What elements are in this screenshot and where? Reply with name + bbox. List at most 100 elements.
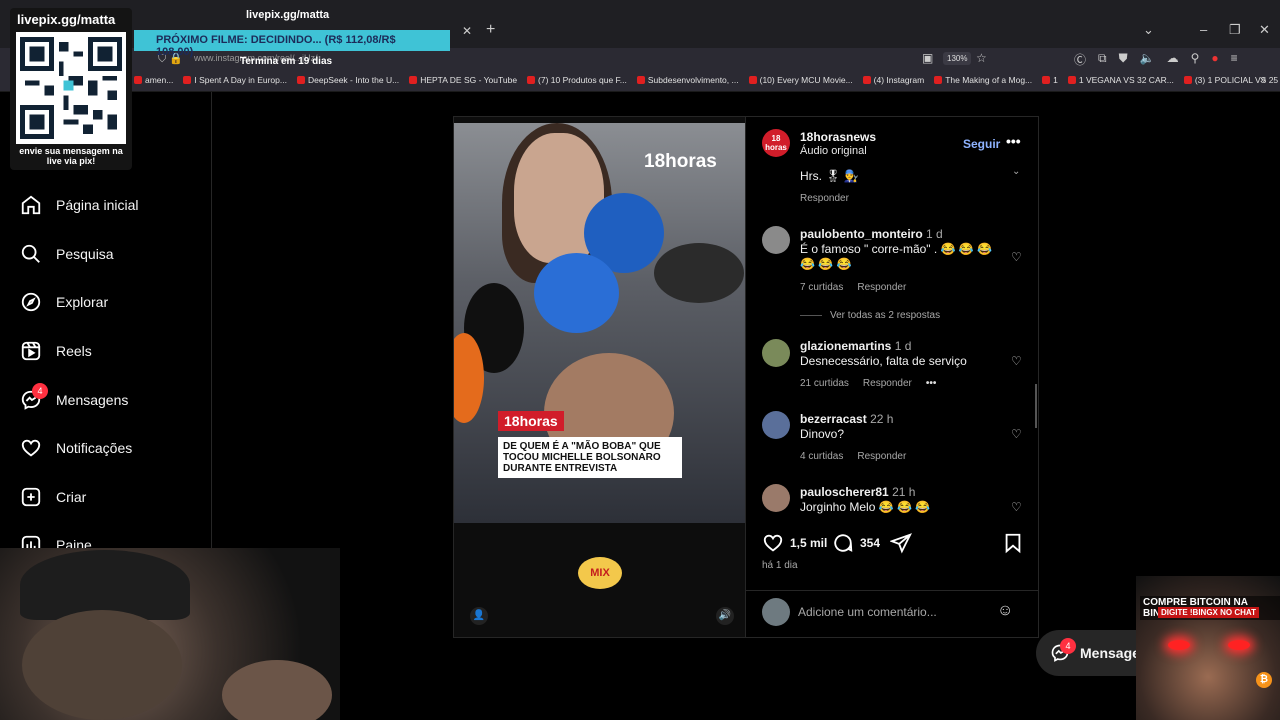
reply-button[interactable]: Responder <box>857 282 906 293</box>
menu-icon[interactable]: ≡ <box>1231 51 1238 68</box>
sidebar-item-home[interactable]: Página inicial <box>20 194 139 216</box>
comment-username[interactable]: glazionemartins <box>800 339 891 353</box>
bookmark-item[interactable]: amen... <box>134 75 173 85</box>
comment-likes[interactable]: 21 curtidas <box>800 378 849 389</box>
post-actions: 1,5 mil 354 <box>760 532 1028 556</box>
reels-icon <box>21 341 41 361</box>
share-button[interactable] <box>890 532 912 554</box>
reader-mode-icon[interactable]: ▣ <box>922 51 933 65</box>
sidebar-item-notifications[interactable]: Notificações <box>20 437 132 459</box>
comment-likes[interactable]: 7 curtidas <box>800 282 843 293</box>
bookmark-favicon-icon <box>636 76 645 84</box>
tab-list-chevron-icon[interactable]: ⌄ <box>1143 22 1154 38</box>
zoom-indicator[interactable]: 130% <box>943 52 972 65</box>
sidebar-item-reels[interactable]: Reels <box>20 340 92 362</box>
extension-shield-icon[interactable]: ⛊ <box>1119 51 1128 68</box>
new-tab-icon[interactable]: + <box>486 21 495 39</box>
comment-likes[interactable]: 4 curtidas <box>800 451 843 462</box>
post-author-avatar[interactable]: 18 horas <box>762 129 790 157</box>
reply-button[interactable]: Responder <box>863 378 912 389</box>
extension-speaker-icon[interactable]: 🔈 <box>1140 51 1155 68</box>
ad-subline: DIGITE !BINGX NO CHAT <box>1158 607 1259 618</box>
comment-username[interactable]: paulobento_monteiro <box>800 227 923 241</box>
comment-button[interactable]: 354 <box>832 532 880 554</box>
comment-text: Jorginho Melo 😂 😂 😂 <box>800 500 931 514</box>
bookmark-item[interactable]: HEPTA DE SG - YouTube <box>409 75 517 85</box>
extension-c-icon[interactable]: Ⓒ <box>1074 51 1086 68</box>
home-icon <box>21 195 41 215</box>
like-comment-icon[interactable]: ♡ <box>1011 500 1022 514</box>
sidebar-item-messages[interactable]: 4 Mensagens <box>20 383 128 411</box>
follow-button[interactable]: Seguir <box>963 137 1000 151</box>
sidebar-item-label: Pesquisa <box>56 246 114 262</box>
view-replies-button[interactable]: Ver todas as 2 respostas <box>800 310 940 321</box>
bookmark-item[interactable]: Subdesenvolvimento, ... <box>636 75 739 85</box>
bookmark-item[interactable]: DeepSeek - Into the U... <box>296 75 399 85</box>
comments-scrollbar[interactable] <box>1035 384 1037 428</box>
emoji-icon[interactable]: ☺ <box>997 602 1013 620</box>
bookmarks-overflow-icon[interactable]: » <box>1260 74 1266 86</box>
reply-button[interactable]: Responder <box>800 193 849 204</box>
messages-badge: 4 <box>32 383 48 399</box>
bookmark-item[interactable]: (10) Every MCU Movie... <box>748 75 853 85</box>
comment-avatar[interactable] <box>762 226 790 254</box>
like-button[interactable]: 1,5 mil <box>762 532 827 554</box>
minimize-icon[interactable]: – <box>1200 22 1207 37</box>
bookmark-icon <box>1005 533 1021 554</box>
comment-text: Desnecessário, falta de serviço <box>800 354 967 368</box>
comment-username[interactable]: pauloscherer81 <box>800 485 889 499</box>
sidebar-item-explore[interactable]: Explorar <box>20 291 108 313</box>
bookmark-star-icon[interactable]: ☆ <box>976 51 987 65</box>
reply-button[interactable]: Responder <box>857 451 906 462</box>
sidebar-item-create[interactable]: Criar <box>20 486 86 508</box>
tab-close-icon[interactable]: ✕ <box>462 24 472 38</box>
post-audio-label[interactable]: Áudio original <box>800 145 867 157</box>
comment-username[interactable]: bezerracast <box>800 412 867 426</box>
sidebar-item-search[interactable]: Pesquisa <box>20 243 114 265</box>
more-options-icon[interactable]: ••• <box>1006 133 1021 149</box>
bookmark-item[interactable]: (7) 10 Produtos que F... <box>527 75 627 85</box>
add-comment-input[interactable] <box>798 603 988 621</box>
like-comment-icon[interactable]: ♡ <box>1011 427 1022 441</box>
bitcoin-icon: ₿ <box>1256 672 1272 688</box>
bookmark-favicon-icon <box>183 76 192 84</box>
comment-text: Dinovo? <box>800 427 845 441</box>
laser-eye-shape <box>1168 640 1190 650</box>
close-window-icon[interactable]: ✕ <box>1259 22 1270 38</box>
collapse-chevron-icon[interactable]: ⌄ <box>1012 166 1020 177</box>
post-username[interactable]: 18horasnews <box>800 130 876 144</box>
like-comment-icon[interactable]: ♡ <box>1011 354 1022 368</box>
extension-abp-icon[interactable]: ● <box>1211 51 1218 68</box>
comment-avatar[interactable] <box>762 411 790 439</box>
bookmark-item[interactable]: 1 <box>1042 75 1058 85</box>
bookmark-item[interactable]: I Spent A Day in Europ... <box>183 75 287 85</box>
comment-meta: 21 curtidas Responder ••• <box>800 378 936 389</box>
bookmark-label: (10) Every MCU Movie... <box>759 75 853 85</box>
comment-avatar[interactable] <box>762 484 790 512</box>
bookmark-favicon-icon <box>934 76 943 84</box>
bookmark-item[interactable]: (4) Instagram <box>862 75 924 85</box>
bookmark-item[interactable]: The Making of a Mog... <box>934 75 1032 85</box>
tagged-user-icon[interactable]: 👤 <box>470 607 488 625</box>
post-timestamp: há 1 dia <box>762 560 798 571</box>
sound-toggle-icon[interactable]: 🔊 <box>716 607 734 625</box>
extension-puzzle-icon[interactable]: ⧉ <box>1098 51 1107 68</box>
comment-time: 22 h <box>870 412 894 426</box>
tab-title[interactable]: Termina em 19 dias <box>240 56 332 67</box>
bookmark-favicon-icon <box>134 76 142 84</box>
bookmark-favicon-icon <box>1067 76 1076 84</box>
comment-time: 1 d <box>894 339 912 353</box>
comment-avatar[interactable] <box>762 339 790 367</box>
save-button[interactable] <box>1002 532 1024 554</box>
sidebar-item-label: Notificações <box>56 440 133 456</box>
maximize-icon[interactable]: ❐ <box>1229 22 1241 38</box>
extension-translate-icon[interactable]: ⚲ <box>1191 51 1200 68</box>
comment-meta: 7 curtidas Responder <box>800 282 906 293</box>
comment-options-icon[interactable]: ••• <box>926 378 937 389</box>
current-user-avatar <box>762 598 790 626</box>
extension-cloud-icon[interactable]: ☁ <box>1167 51 1179 68</box>
reel-video[interactable]: 18horas 18horas DE QUEM É A "MÃO BOBA" Q… <box>453 116 746 638</box>
heart-icon <box>21 439 41 457</box>
like-comment-icon[interactable]: ♡ <box>1011 250 1022 264</box>
bookmark-item[interactable]: 1 VEGANA VS 32 CAR... <box>1067 75 1174 85</box>
